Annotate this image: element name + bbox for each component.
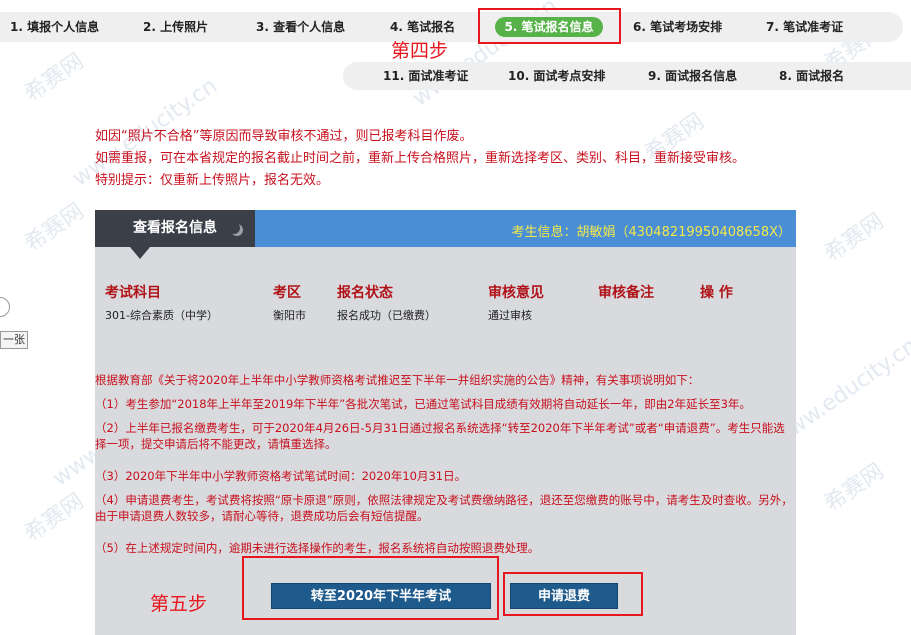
warning-line-1: 如因“照片不合格”等原因而导致审核不通过，则已报考科目作废。 bbox=[95, 129, 473, 144]
watermark-brand: 希赛网 bbox=[20, 48, 89, 108]
annotation-step5: 第五步 bbox=[150, 593, 208, 615]
step-3-link[interactable]: 3. 查看个人信息 bbox=[256, 19, 345, 35]
highlight-box-refund bbox=[503, 572, 643, 616]
annotation-step4: 第四步 bbox=[391, 40, 449, 62]
edge-circle-icon[interactable] bbox=[0, 297, 10, 317]
step-2-link[interactable]: 2. 上传照片 bbox=[143, 19, 208, 35]
warning-line-3: 特别提示：仅重新上传照片，报名无效。 bbox=[95, 173, 330, 188]
step-6-link[interactable]: 6. 笔试考场安排 bbox=[633, 19, 722, 35]
watermark-brand: 希赛网 bbox=[20, 198, 89, 258]
watermark-brand: 希赛网 bbox=[820, 458, 889, 518]
moon-icon bbox=[228, 222, 240, 234]
highlight-box-step5 bbox=[478, 8, 621, 44]
step-11-link[interactable]: 11. 面试准考证 bbox=[383, 68, 468, 84]
col-header-status: 报名状态 bbox=[337, 285, 393, 301]
col-header-subject: 考试科目 bbox=[105, 285, 161, 301]
cell-status: 报名成功（已缴费） bbox=[337, 309, 436, 322]
col-header-remark: 审核备注 bbox=[598, 285, 654, 301]
notice-intro: 根据教育部《关于将2020年上半年中小学教师资格考试推迟至下半年一并组织实施的公… bbox=[95, 373, 700, 387]
step-1-link[interactable]: 1. 填报个人信息 bbox=[10, 19, 99, 35]
col-header-review: 审核意见 bbox=[488, 285, 544, 301]
cell-subject: 301-综合素质（中学） bbox=[105, 309, 218, 322]
notice-item-5: （5）在上述规定时间内，逾期未进行选择操作的考生，报名系统将自动按照退费处理。 bbox=[95, 541, 540, 555]
cell-district: 衡阳市 bbox=[273, 309, 306, 322]
cell-review: 通过审核 bbox=[488, 309, 532, 322]
edge-tag[interactable]: 一张 bbox=[0, 331, 28, 349]
warning-line-2: 如需重报，可在本省规定的报名截止时间之前，重新上传合格照片，重新选择考区、类别、… bbox=[95, 151, 746, 166]
step-9-link[interactable]: 9. 面试报名信息 bbox=[648, 68, 737, 84]
watermark-brand: 希赛网 bbox=[20, 488, 89, 548]
tab-pointer-icon bbox=[130, 247, 150, 259]
highlight-box-transfer bbox=[242, 556, 499, 620]
col-header-district: 考区 bbox=[273, 285, 301, 301]
notice-item-2: （2）上半年已报名缴费考生，可于2020年4月26日-5月31日通过报名系统选择… bbox=[95, 421, 785, 451]
notice-item-3: （3）2020年下半年中小学教师资格考试笔试时间：2020年10月31日。 bbox=[95, 469, 467, 483]
notice-item-4: （4）申请退费考生，考试费将按照“原卡原退”原则，依照法律规定及考试费缴纳路径，… bbox=[95, 493, 793, 523]
step-10-link[interactable]: 10. 面试考点安排 bbox=[508, 68, 605, 84]
step-4-link[interactable]: 4. 笔试报名 bbox=[390, 19, 455, 35]
col-header-action: 操 作 bbox=[700, 285, 733, 301]
step-7-link[interactable]: 7. 笔试准考证 bbox=[766, 19, 843, 35]
watermark-brand: 希赛网 bbox=[820, 208, 889, 268]
candidate-info: 考生信息：胡敏娟（43048219950408658X） bbox=[511, 225, 791, 240]
step-8-link[interactable]: 8. 面试报名 bbox=[779, 68, 844, 84]
notice-item-1: （1）考生参加“2018年上半年至2019年下半年”各批次笔试，已通过笔试科目成… bbox=[95, 397, 751, 411]
